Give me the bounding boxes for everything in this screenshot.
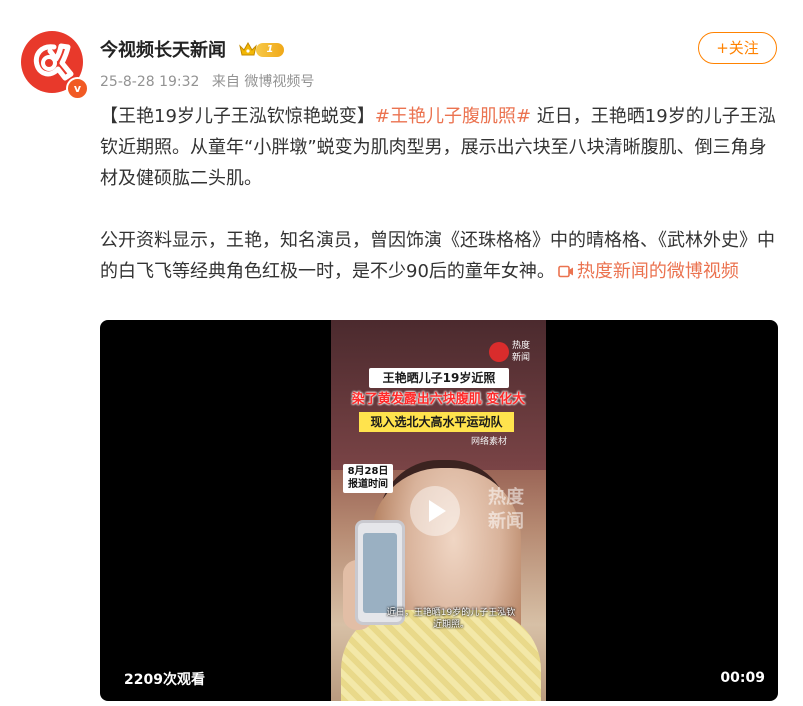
post-paragraph-2: 公开资料显示，王艳，知名演员，曾因饰演《还珠格格》中的晴格格、《武林外史》中的白… [100, 225, 780, 287]
weibo-post-card: v 今视频长天新闻 1 25-8-28 19:32 来自 微博视频号 +关注 【… [0, 0, 803, 706]
channel-name: 热度新闻 [512, 341, 531, 363]
video-source-link[interactable]: 热度新闻的微博视频 [555, 261, 739, 282]
post-text: 【王艳19岁儿子王泓钦惊艳蜕变】#王艳儿子腹肌照# 近日，王艳晒19岁的儿子王泓… [100, 101, 780, 287]
video-caption-subtitle: 染了黄发露出六块腹肌 变化大 [351, 392, 526, 407]
video-link-icon [558, 265, 573, 278]
post-headline: 【王艳19岁儿子王泓钦惊艳蜕变】 [100, 106, 375, 127]
video-duration: 00:09 [720, 670, 765, 686]
member-level-badge: 1 [256, 43, 284, 57]
post-meta: 25-8-28 19:32 来自 微博视频号 [100, 71, 322, 91]
play-button[interactable] [410, 486, 460, 536]
author-name[interactable]: 今视频长天新闻 [100, 36, 226, 62]
video-caption-source: 网络素材 [471, 437, 508, 447]
video-report-date: 8月28日 报道时间 [343, 464, 393, 493]
verified-badge: v [66, 77, 89, 100]
crown-icon [239, 41, 257, 56]
video-caption-highlight: 现入选北大高水平运动队 [359, 412, 514, 432]
view-count: 2209次观看 [124, 672, 205, 688]
report-date-label: 报道时间 [348, 479, 388, 490]
video-subtitle: 近日，王艳晒19岁的儿子王泓钦近期照。 [386, 608, 516, 630]
report-date: 8月28日 [347, 466, 389, 477]
post-time[interactable]: 25-8-28 19:32 [100, 74, 199, 90]
channel-logo-icon [489, 342, 509, 362]
post-paragraph-1: 【王艳19岁儿子王泓钦惊艳蜕变】#王艳儿子腹肌照# 近日，王艳晒19岁的儿子王泓… [100, 101, 780, 194]
video-caption-title: 王艳晒儿子19岁近照 [369, 368, 509, 388]
video-source-link-label: 热度新闻的微博视频 [576, 261, 739, 282]
post-source: 来自 微博视频号 [211, 74, 315, 90]
video-watermark: 热度新闻 [488, 487, 524, 532]
video-player[interactable]: 热度新闻 王艳晒儿子19岁近照 染了黄发露出六块腹肌 变化大 现入选北大高水平运… [100, 320, 778, 701]
follow-button[interactable]: +关注 [698, 32, 777, 64]
hashtag-link[interactable]: #王艳儿子腹肌照# [375, 106, 531, 127]
